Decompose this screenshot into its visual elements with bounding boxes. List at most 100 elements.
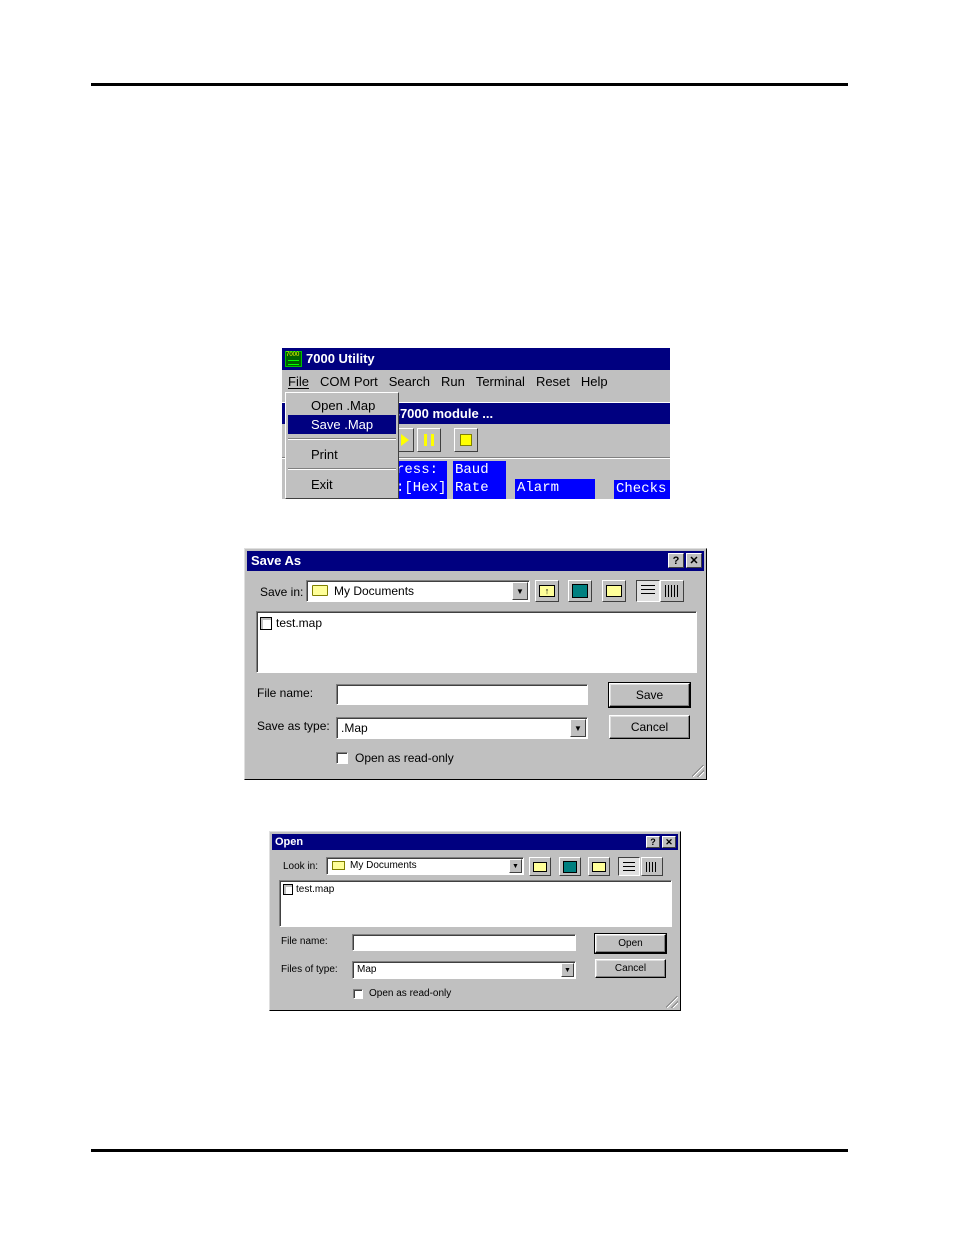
new-folder-icon <box>606 585 622 597</box>
close-icon: ✕ <box>689 554 699 567</box>
menu-item-save-map[interactable]: Save .Map <box>288 415 396 434</box>
menu-terminal[interactable]: Terminal <box>476 374 525 389</box>
details-view-button[interactable] <box>660 580 684 602</box>
new-folder-icon <box>592 861 606 872</box>
read-only-label: Open as read-only <box>355 751 454 765</box>
file-list[interactable]: test.map <box>279 880 672 927</box>
save-in-combo[interactable]: My Documents ▼ <box>306 580 530 602</box>
save-as-type-combo[interactable]: .Map ▼ <box>336 717 588 739</box>
menu-help[interactable]: Help <box>581 374 608 389</box>
utility-titlebar: 7000 7000 Utility <box>282 348 670 370</box>
close-button[interactable]: ✕ <box>662 836 676 848</box>
cancel-button[interactable]: Cancel <box>609 715 690 739</box>
up-folder-icon: ↑ <box>539 585 555 597</box>
read-only-label: Open as read-only <box>369 988 452 999</box>
stop-button[interactable] <box>454 428 478 452</box>
utility-menubar: File COM Port Search Run Terminal Reset … <box>282 370 670 392</box>
look-in-label: Look in: <box>283 861 319 872</box>
open-titlebar: Open ? ✕ <box>272 834 678 850</box>
folder-icon <box>332 861 345 870</box>
open-dialog: Open ? ✕ Look in: My Documents ▼ test.ma… <box>269 831 681 1011</box>
resize-grip[interactable] <box>692 765 704 777</box>
menu-search[interactable]: Search <box>389 374 430 389</box>
app-icon-text: 7000 <box>286 352 300 358</box>
stop-icon <box>460 434 472 446</box>
menu-item-exit[interactable]: Exit <box>288 475 396 494</box>
pause-icon <box>424 434 434 446</box>
save-as-type-value: .Map <box>341 721 368 735</box>
details-view-icon <box>646 861 658 872</box>
file-item[interactable]: test.map <box>283 884 334 895</box>
save-button[interactable]: Save <box>608 682 691 708</box>
list-view-icon <box>641 585 655 597</box>
close-button[interactable]: ✕ <box>686 553 702 568</box>
menu-item-print[interactable]: Print <box>288 445 396 464</box>
menu-file[interactable]: File <box>288 374 309 389</box>
read-only-checkbox[interactable] <box>336 752 348 764</box>
menu-run[interactable]: Run <box>441 374 465 389</box>
help-button[interactable]: ? <box>646 836 660 848</box>
file-list[interactable]: test.map <box>256 611 697 673</box>
new-folder-button[interactable] <box>588 857 610 876</box>
file-name: test.map <box>276 616 323 630</box>
file-menu-dropdown: Open .Map Save .Map Print Exit <box>285 392 399 499</box>
play-icon <box>401 434 409 446</box>
header-cell-baud-rate: Baud Rate <box>453 461 506 499</box>
new-folder-button[interactable] <box>602 580 626 602</box>
header-cell-address: ress: :[Hex] <box>394 461 447 499</box>
file-name: test.map <box>296 884 335 895</box>
look-in-value: My Documents <box>350 860 417 871</box>
up-folder-button[interactable] <box>529 857 551 876</box>
details-view-icon <box>665 585 679 597</box>
menu-com-port[interactable]: COM Port <box>320 374 378 389</box>
file-name-input[interactable] <box>352 934 576 951</box>
details-view-button[interactable] <box>641 857 663 876</box>
help-button[interactable]: ? <box>668 553 684 568</box>
file-name-label: File name: <box>257 686 314 700</box>
files-of-type-value: Map <box>357 964 377 975</box>
look-in-combo[interactable]: My Documents ▼ <box>326 857 524 875</box>
look-in-dropdown-arrow[interactable]: ▼ <box>509 859 522 873</box>
menu-reset[interactable]: Reset <box>536 374 570 389</box>
resize-grip[interactable] <box>666 996 678 1008</box>
folder-icon <box>312 585 328 596</box>
header-cell-checksum: Checks <box>614 480 670 499</box>
save-in-label: Save in: <box>260 585 304 599</box>
desktop-button[interactable] <box>568 580 592 602</box>
up-folder-icon <box>533 861 547 872</box>
files-of-type-label: Files of type: <box>281 964 338 975</box>
list-view-icon <box>623 861 635 872</box>
save-in-value: My Documents <box>334 584 415 598</box>
desktop-icon <box>572 584 588 598</box>
menu-item-open-map[interactable]: Open .Map <box>288 396 396 415</box>
desktop-icon <box>563 860 577 873</box>
read-only-checkbox[interactable] <box>353 989 363 999</box>
open-button[interactable]: Open <box>594 933 667 954</box>
map-file-icon <box>260 616 272 630</box>
bottom-rule <box>91 1149 848 1152</box>
up-folder-button[interactable]: ↑ <box>535 580 559 602</box>
files-of-type-combo[interactable]: Map ▼ <box>352 961 576 979</box>
top-rule <box>91 83 848 86</box>
pause-button[interactable] <box>417 428 441 452</box>
save-as-type-dropdown-arrow[interactable]: ▼ <box>570 719 586 737</box>
app-icon: 7000 <box>285 351 302 367</box>
desktop-button[interactable] <box>559 857 581 876</box>
list-view-button[interactable] <box>636 580 660 602</box>
close-icon: ✕ <box>665 837 673 847</box>
menu-separator <box>288 438 396 440</box>
save-as-titlebar: Save As ? ✕ <box>247 551 704 571</box>
list-view-button[interactable] <box>618 857 640 876</box>
save-as-title: Save As <box>251 553 302 568</box>
file-name-input[interactable] <box>336 684 588 705</box>
file-name-label: File name: <box>281 936 328 947</box>
file-item[interactable]: test.map <box>260 616 322 630</box>
open-title: Open <box>275 836 304 848</box>
menu-separator <box>288 468 396 470</box>
save-in-dropdown-arrow[interactable]: ▼ <box>512 582 528 600</box>
header-cell-alarm: Alarm <box>515 479 595 499</box>
cancel-button[interactable]: Cancel <box>595 959 666 978</box>
save-as-dialog: Save As ? ✕ Save in: My Documents ▼ ↑ te… <box>244 548 707 780</box>
files-of-type-dropdown-arrow[interactable]: ▼ <box>561 963 574 977</box>
map-file-icon <box>283 884 293 895</box>
